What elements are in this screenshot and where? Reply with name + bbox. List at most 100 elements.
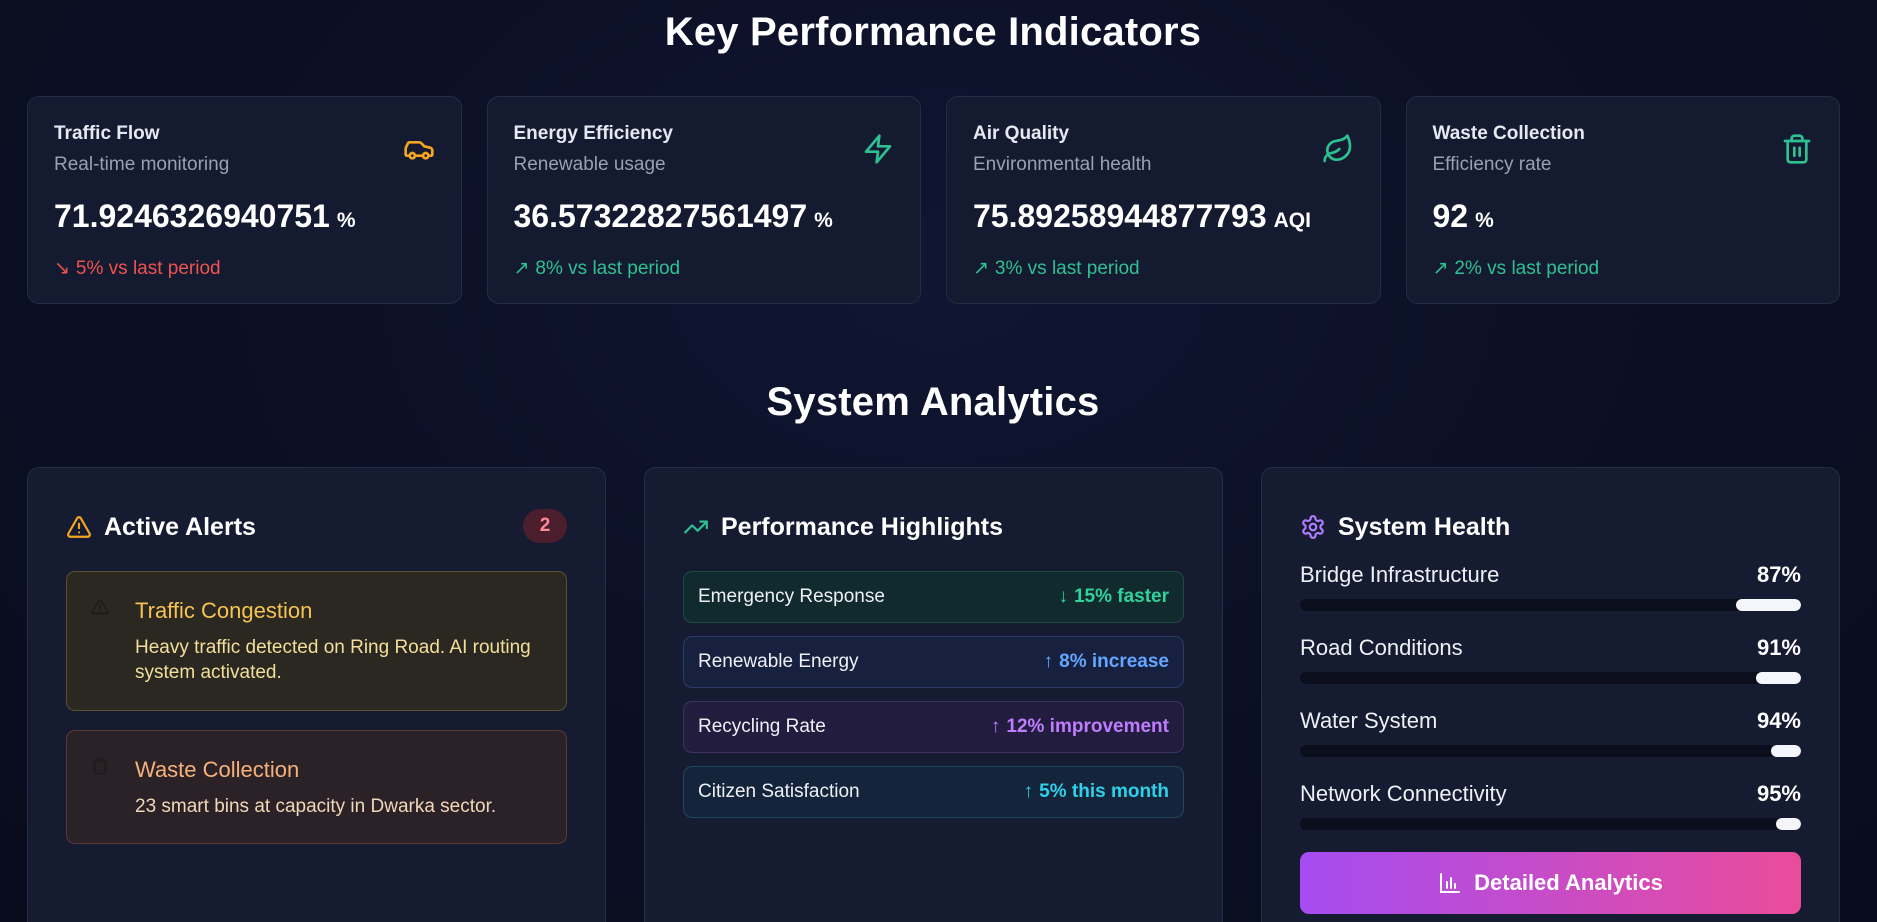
highlight-value-text: 12% improvement xyxy=(1006,716,1169,737)
kpi-card-energy-efficiency[interactable]: Energy Efficiency Renewable usage 36.573… xyxy=(486,96,921,304)
trash-icon xyxy=(1783,134,1811,164)
highlight-citizen-satisfaction: Citizen Satisfaction ↑ 5% this month xyxy=(683,766,1184,818)
alert-traffic-congestion[interactable]: Traffic Congestion Heavy traffic detecte… xyxy=(66,571,567,711)
analytics-panels: Active Alerts 2 Traffic Congestion Heavy… xyxy=(27,467,1840,922)
active-alerts-panel: Active Alerts 2 Traffic Congestion Heavy… xyxy=(27,467,606,922)
trend-down-icon: ↘ xyxy=(54,258,70,279)
kpi-section-title: Key Performance Indicators xyxy=(664,10,1202,54)
kpi-card-waste-collection[interactable]: Waste Collection Efficiency rate 92 % ↗ … xyxy=(1405,96,1840,304)
highlight-recycling-rate: Recycling Rate ↑ 12% improvement xyxy=(683,701,1184,753)
system-health-panel: System Health Bridge Infrastructure 87% … xyxy=(1261,467,1840,922)
trend-up-icon: ↗ xyxy=(513,258,530,279)
health-percent: 91% xyxy=(1756,635,1801,660)
alert-text: Heavy traffic detected on Ring Road. AI … xyxy=(135,637,531,683)
arrow-up-icon: ↑ xyxy=(1043,651,1054,672)
health-label: Network Connectivity xyxy=(1300,781,1507,806)
kpi-subtitle: Real-time monitoring xyxy=(54,154,230,175)
kpi-name: Traffic Flow xyxy=(54,123,160,144)
kpi-card-traffic-flow[interactable]: Traffic Flow Real-time monitoring 71.924… xyxy=(27,96,462,304)
car-icon xyxy=(403,141,434,160)
health-water-system: Water System 94% xyxy=(1300,706,1801,757)
highlight-label: Citizen Satisfaction xyxy=(698,781,860,802)
alert-waste-collection[interactable]: Waste Collection 23 smart bins at capaci… xyxy=(66,730,567,844)
health-label: Water System xyxy=(1300,708,1438,733)
health-progress-bar xyxy=(1300,745,1801,757)
kpi-unit: % xyxy=(814,209,833,232)
health-progress-bar xyxy=(1300,672,1801,684)
panel-title: System Health xyxy=(1338,512,1511,541)
health-progress-bar xyxy=(1300,818,1801,830)
health-network-connectivity: Network Connectivity 95% xyxy=(1300,779,1801,830)
warning-icon xyxy=(67,516,91,538)
kpi-unit: % xyxy=(336,209,356,232)
health-progress-fill xyxy=(1735,599,1801,611)
highlight-renewable-energy: Renewable Energy ↑ 8% increase xyxy=(683,636,1184,688)
kpi-trend-text: 5% vs last period xyxy=(75,257,221,279)
kpi-trend: ↗ 8% vs last period xyxy=(514,257,895,280)
highlight-label: Recycling Rate xyxy=(698,716,826,737)
kpi-value: 92 xyxy=(1432,198,1469,234)
highlight-value-text: 15% faster xyxy=(1073,586,1169,607)
kpi-row: Traffic Flow Real-time monitoring 71.924… xyxy=(27,96,1840,304)
health-progress-bar xyxy=(1300,599,1801,611)
trend-up-icon: ↗ xyxy=(973,258,989,279)
alert-title: Traffic Congestion xyxy=(135,598,313,623)
health-progress-fill xyxy=(1775,818,1801,830)
health-percent: 94% xyxy=(1756,708,1801,733)
health-progress-fill xyxy=(1770,745,1801,757)
trend-up-icon: ↗ xyxy=(1432,258,1449,279)
panel-title: Active Alerts xyxy=(104,512,256,541)
health-road-conditions: Road Conditions 91% xyxy=(1300,633,1801,684)
analytics-section-title: System Analytics xyxy=(766,380,1100,424)
highlight-value: ↓ 15% faster xyxy=(1058,586,1169,608)
kpi-name: Air Quality xyxy=(973,123,1070,144)
performance-highlights-panel: Performance Highlights Emergency Respons… xyxy=(644,467,1223,922)
health-percent: 95% xyxy=(1756,781,1801,806)
arrow-up-icon: ↑ xyxy=(1023,781,1034,802)
kpi-unit: AQI xyxy=(1273,209,1311,232)
highlight-value: ↑ 12% improvement xyxy=(991,716,1169,738)
highlight-label: Renewable Energy xyxy=(698,651,859,672)
health-label: Bridge Infrastructure xyxy=(1300,562,1500,587)
alert-text: 23 smart bins at capacity in Dwarka sect… xyxy=(135,796,497,817)
detailed-analytics-label: Detailed Analytics xyxy=(1474,870,1663,895)
kpi-value: 75.89258944877793 xyxy=(973,198,1267,234)
health-bridge-infrastructure: Bridge Infrastructure 87% xyxy=(1300,560,1801,611)
kpi-trend-text: 8% vs last period xyxy=(535,257,681,279)
kpi-trend: ↘ 5% vs last period xyxy=(54,257,435,280)
gear-icon xyxy=(1302,515,1324,539)
detailed-analytics-button[interactable]: Detailed Analytics xyxy=(1300,852,1801,914)
highlight-label: Emergency Response xyxy=(698,586,885,607)
kpi-value: 36.57322827561497 xyxy=(513,198,808,234)
kpi-trend: ↗ 3% vs last period xyxy=(973,257,1354,280)
kpi-trend-text: 3% vs last period xyxy=(994,257,1140,279)
highlight-value: ↑ 5% this month xyxy=(1024,781,1169,803)
kpi-trend: ↗ 2% vs last period xyxy=(1433,257,1814,280)
kpi-subtitle: Efficiency rate xyxy=(1432,154,1552,175)
highlight-emergency-response: Emergency Response ↓ 15% faster xyxy=(683,571,1184,623)
warning-icon xyxy=(91,599,109,615)
kpi-value: 71.9246326940751 xyxy=(54,198,330,234)
leaf-icon xyxy=(1322,134,1351,163)
alert-count-badge: 2 xyxy=(523,509,567,543)
kpi-unit: % xyxy=(1475,209,1494,232)
kpi-card-air-quality[interactable]: Air Quality Environmental health 75.8925… xyxy=(946,96,1381,304)
health-progress-fill xyxy=(1755,672,1801,684)
lightning-icon xyxy=(864,134,892,164)
highlight-value: ↑ 8% increase xyxy=(1044,651,1169,673)
panel-title: Performance Highlights xyxy=(721,512,1003,541)
alert-title: Waste Collection xyxy=(135,757,300,782)
arrow-up-icon: ↑ xyxy=(990,716,1001,737)
trending-up-icon xyxy=(684,520,708,534)
health-percent: 87% xyxy=(1756,562,1801,587)
kpi-name: Waste Collection xyxy=(1432,123,1585,144)
trash-icon xyxy=(92,757,108,775)
kpi-subtitle: Environmental health xyxy=(973,154,1152,175)
kpi-name: Energy Efficiency xyxy=(513,123,673,144)
arrow-down-icon: ↓ xyxy=(1058,586,1068,607)
bar-chart-icon xyxy=(1440,873,1461,893)
kpi-subtitle: Renewable usage xyxy=(513,154,666,175)
highlight-value-text: 8% increase xyxy=(1059,651,1169,672)
highlight-value-text: 5% this month xyxy=(1039,781,1169,802)
kpi-trend-text: 2% vs last period xyxy=(1454,257,1600,279)
